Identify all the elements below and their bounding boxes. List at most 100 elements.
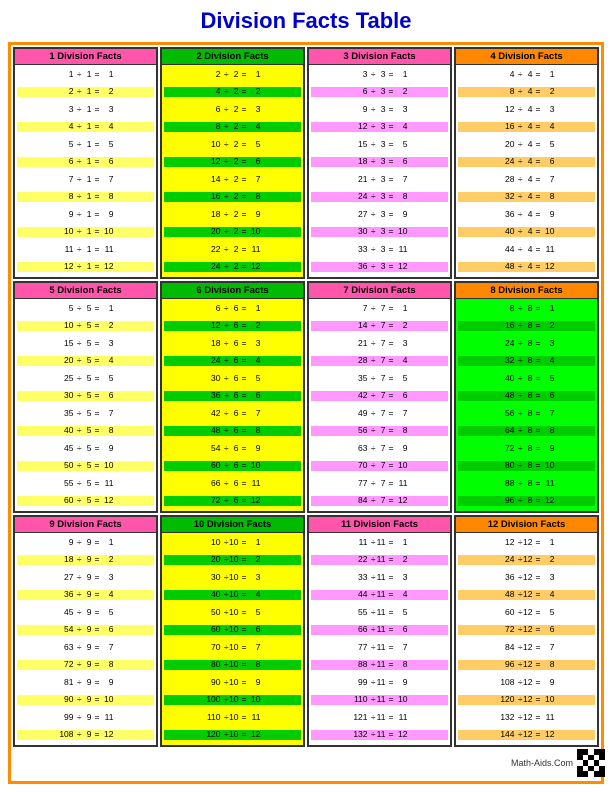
fact-value: 48	[205, 426, 221, 436]
fact-value: ÷	[221, 625, 229, 635]
fact-value: 3	[58, 105, 74, 115]
fact-value: 4	[58, 122, 74, 132]
section-5: 5 Division Facts5÷5=110÷5=215÷5=320÷5=42…	[13, 281, 158, 513]
fact-row: 22÷2=11	[164, 245, 301, 255]
fact-value: 5	[82, 479, 92, 489]
section-9: 9 Division Facts9÷9=118÷9=227÷9=336÷9=44…	[13, 515, 158, 747]
fact-value: 11	[376, 713, 386, 723]
fact-value: ÷	[515, 321, 523, 331]
fact-value: 20	[499, 140, 515, 150]
fact-value: 1	[100, 538, 114, 548]
fact-value: =	[386, 227, 394, 237]
fact-value: 10	[229, 643, 239, 653]
fact-value: ÷	[368, 573, 376, 583]
page: Division Facts Table 1 Division Facts1÷1…	[0, 0, 612, 792]
fact-row: 36÷6=6	[164, 391, 301, 401]
fact-row: 50÷5=10	[17, 461, 154, 471]
fact-value: 48	[499, 590, 515, 600]
fact-row: 90÷10=9	[164, 678, 301, 688]
fact-value: 11	[247, 479, 261, 489]
fact-value: =	[386, 175, 394, 185]
fact-value: 30	[205, 374, 221, 384]
fact-value: 7	[376, 479, 386, 489]
fact-value: =	[239, 122, 247, 132]
fact-value: =	[92, 608, 100, 618]
fact-row: 20÷10=2	[164, 555, 301, 565]
fact-value: 2	[229, 227, 239, 237]
fact-row: 12÷1=12	[17, 262, 154, 272]
fact-value: 6	[247, 157, 261, 167]
fact-value: =	[239, 461, 247, 471]
section-10: 10 Division Facts10÷10=120÷10=230÷10=340…	[160, 515, 305, 747]
fact-value: ÷	[74, 590, 82, 600]
fact-value: 9	[247, 210, 261, 220]
fact-row: 20÷5=4	[17, 356, 154, 366]
fact-value: 9	[58, 210, 74, 220]
fact-value: 2	[100, 321, 114, 331]
fact-value: 7	[100, 409, 114, 419]
fact-value: 10	[394, 695, 408, 705]
fact-value: 5	[82, 304, 92, 314]
section-body-5: 5÷5=110÷5=215÷5=320÷5=425÷5=530÷5=635÷5=…	[15, 299, 156, 511]
fact-value: 12	[523, 538, 533, 548]
fact-value: 6	[205, 304, 221, 314]
fact-row: 66÷6=11	[164, 479, 301, 489]
fact-row: 120÷12=10	[458, 695, 595, 705]
fact-value: 5	[541, 140, 555, 150]
fact-value: 9	[82, 713, 92, 723]
fact-value: 12	[352, 122, 368, 132]
fact-value: 11	[394, 713, 408, 723]
fact-value: 4	[541, 590, 555, 600]
fact-value: 5	[247, 140, 261, 150]
section-header-5: 5 Division Facts	[15, 283, 156, 299]
fact-value: 9	[82, 573, 92, 583]
fact-value: ÷	[74, 157, 82, 167]
fact-value: 5	[58, 304, 74, 314]
fact-row: 10÷5=2	[17, 321, 154, 331]
fact-value: ÷	[221, 304, 229, 314]
fact-row: 40÷10=4	[164, 590, 301, 600]
fact-value: 2	[205, 70, 221, 80]
fact-value: 8	[100, 426, 114, 436]
fact-value: 12	[394, 496, 408, 506]
fact-value: 3	[376, 70, 386, 80]
fact-value: =	[92, 538, 100, 548]
fact-value: 8	[205, 122, 221, 132]
fact-value: =	[533, 122, 541, 132]
fact-row: 7÷1=7	[17, 175, 154, 185]
fact-value: 5	[247, 608, 261, 618]
fact-value: 2	[229, 140, 239, 150]
section-3: 3 Division Facts3÷3=16÷3=29÷3=312÷3=415÷…	[307, 47, 452, 279]
fact-row: 54÷9=6	[17, 625, 154, 635]
fact-value: 4	[523, 210, 533, 220]
fact-value: ÷	[515, 538, 523, 548]
fact-value: ÷	[74, 695, 82, 705]
fact-value: 3	[394, 105, 408, 115]
fact-value: 110	[352, 695, 368, 705]
fact-value: 7	[376, 409, 386, 419]
fact-value: =	[533, 87, 541, 97]
fact-value: ÷	[368, 70, 376, 80]
fact-value: =	[533, 70, 541, 80]
fact-row: 48÷4=12	[458, 262, 595, 272]
fact-row: 33÷3=11	[311, 245, 448, 255]
fact-value: =	[239, 590, 247, 600]
fact-value: =	[239, 374, 247, 384]
fact-value: =	[92, 374, 100, 384]
fact-value: 8	[394, 426, 408, 436]
fact-value: =	[386, 479, 394, 489]
fact-row: 9÷1=9	[17, 210, 154, 220]
fact-value: 2	[247, 321, 261, 331]
fact-value: 12	[523, 730, 533, 740]
fact-value: ÷	[74, 321, 82, 331]
fact-value: 24	[499, 339, 515, 349]
fact-row: 24÷6=4	[164, 356, 301, 366]
fact-value: 11	[376, 678, 386, 688]
fact-row: 90÷9=10	[17, 695, 154, 705]
fact-value: ÷	[221, 122, 229, 132]
fact-value: =	[239, 70, 247, 80]
fact-value: 2	[247, 87, 261, 97]
fact-row: 24÷8=3	[458, 339, 595, 349]
fact-value: =	[239, 479, 247, 489]
fact-value: ÷	[74, 374, 82, 384]
